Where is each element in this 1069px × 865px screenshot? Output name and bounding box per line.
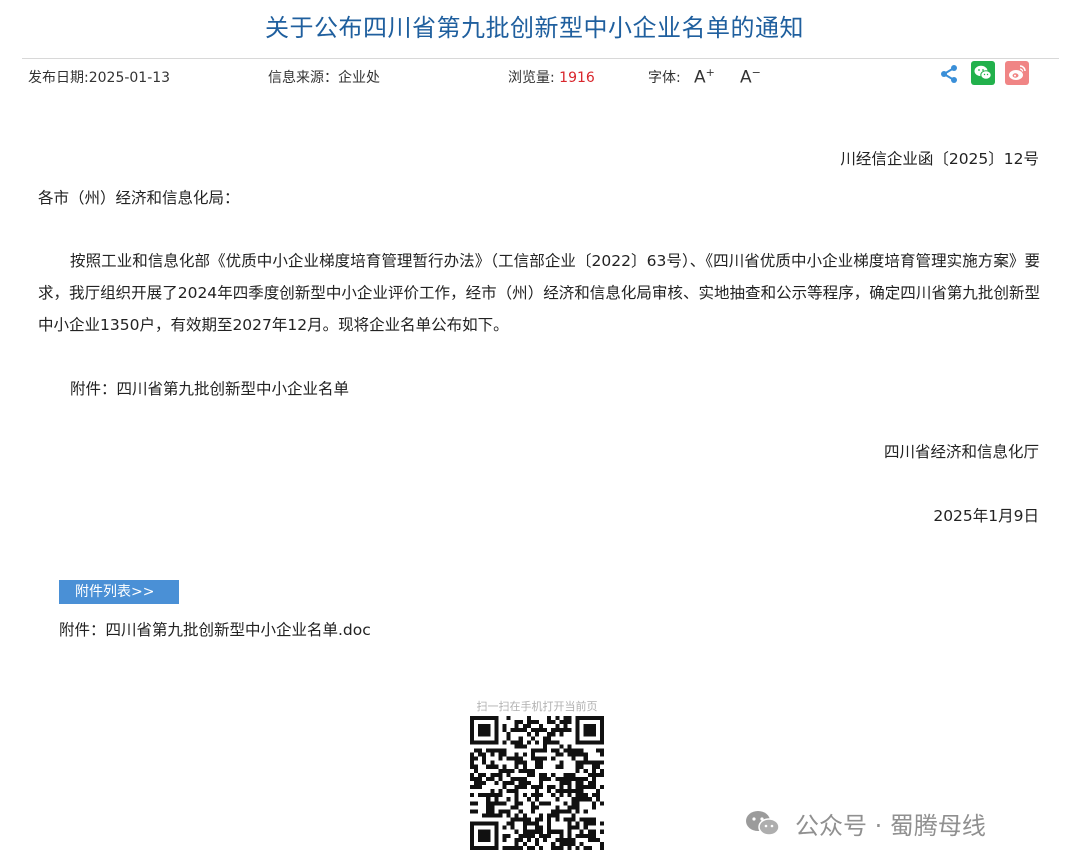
watermark-text: 公众号 · 蜀腾母线 [795,812,986,840]
font-increase-button[interactable]: A+ [694,66,715,88]
view-count-value: 1916 [559,70,595,86]
font-decrease-glyph: A [740,67,752,88]
font-increase-glyph: A [694,67,706,88]
info-source: 信息来源：企业处 [268,67,380,87]
font-increase-sup: + [705,66,715,79]
qr-caption: 扫一扫在手机打开当前页 [476,700,598,713]
info-source-label: 信息来源： [268,70,338,86]
signature-organization: 四川省经济和信息化厅 [883,443,1039,461]
wechat-logo-icon [746,811,780,836]
publish-date-label: 发布日期: [28,70,89,86]
attachment-note: 附件：四川省第九批创新型中小企业名单 [70,380,350,398]
weibo-icon[interactable] [1005,61,1029,85]
view-count: 浏览量: 1916 [508,67,595,87]
info-source-value: 企业处 [338,70,380,86]
font-size-label: 字体: [648,70,681,86]
page-title: 关于公布四川省第九批创新型中小企业名单的通知 [265,14,804,42]
qr-code [470,716,604,850]
page: 关于公布四川省第九批创新型中小企业名单的通知 发布日期:2025-01-13 信… [0,0,1069,865]
document-number: 川经信企业函〔2025〕12号 [840,150,1039,168]
salutation: 各市（州）经济和信息化局： [38,189,240,207]
signature-date: 2025年1月9日 [933,507,1039,525]
title-divider [22,58,1059,59]
share-icon[interactable] [938,63,960,85]
publish-date-value: 2025-01-13 [88,70,171,86]
view-count-label: 浏览量: [508,70,555,86]
font-decrease-button[interactable]: A− [740,66,761,88]
font-decrease-sup: − [751,66,761,79]
attachment-file-link[interactable]: 附件：四川省第九批创新型中小企业名单.doc [59,618,371,640]
publish-date: 发布日期:2025-01-13 [28,67,170,87]
wechat-icon[interactable] [971,61,995,85]
article-paragraph: 按照工业和信息化部《优质中小企业梯度培育管理暂行办法》（工信部企业〔2022〕6… [38,252,1040,334]
attachment-list-tab[interactable]: 附件列表>> [59,580,179,604]
